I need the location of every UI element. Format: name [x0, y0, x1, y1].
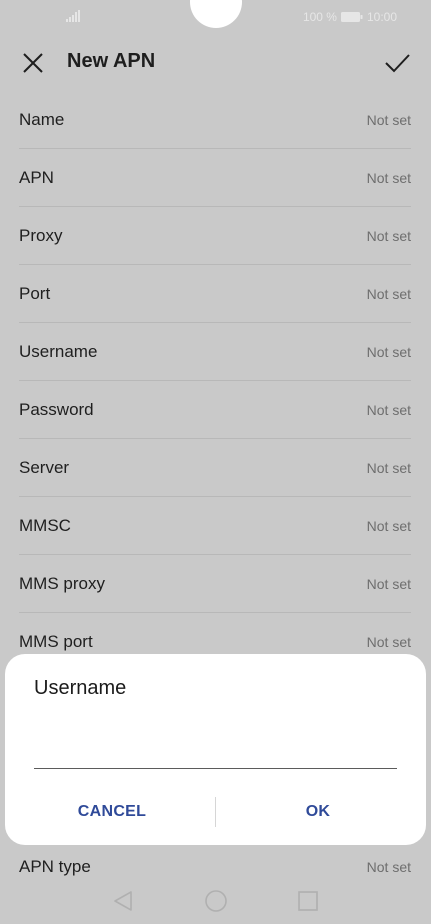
battery-percent: 100 %: [302, 10, 337, 24]
dialog-title: Username: [34, 677, 127, 699]
navigation-bar: [0, 882, 431, 924]
setting-row-username[interactable]: Username Not set: [19, 323, 411, 381]
username-dialog: Username CANCEL OK: [5, 654, 426, 845]
setting-row-mms-proxy[interactable]: MMS proxy Not set: [19, 555, 411, 613]
setting-value: Not set: [366, 859, 411, 875]
cancel-button[interactable]: CANCEL: [12, 794, 212, 830]
setting-label: MMSC: [19, 515, 71, 535]
settings-list: Name Not set APN Not set Proxy Not set P…: [0, 91, 431, 670]
signal-icon: [66, 10, 80, 22]
setting-label: Proxy: [19, 225, 63, 245]
username-input[interactable]: [34, 728, 397, 769]
setting-label: Server: [19, 457, 70, 477]
setting-row-apn[interactable]: APN Not set: [19, 149, 411, 207]
setting-row-mmsc[interactable]: MMSC Not set: [19, 497, 411, 555]
setting-row-port[interactable]: Port Not set: [19, 265, 411, 323]
setting-label: Password: [19, 399, 94, 419]
setting-label: Name: [19, 109, 65, 129]
setting-row-password[interactable]: Password Not set: [19, 381, 411, 439]
dialog-actions: CANCEL OK: [5, 794, 426, 830]
setting-value: Not set: [366, 633, 411, 650]
setting-label: Username: [19, 341, 98, 361]
setting-value: Not set: [366, 575, 411, 592]
setting-value: Not set: [366, 227, 411, 244]
status-right: 100 % 10:00: [303, 9, 397, 25]
setting-value: Not set: [366, 111, 411, 128]
setting-value: Not set: [366, 285, 411, 302]
setting-label: APN: [19, 167, 54, 187]
setting-row-name[interactable]: Name Not set: [19, 91, 411, 149]
page-title: New APN: [67, 50, 156, 72]
setting-label: MMS port: [19, 631, 93, 651]
phone-screen: 100 % 10:00 New APN Name Not set APN Not…: [0, 0, 431, 924]
status-time: 10:00: [366, 10, 397, 24]
status-bar: 100 % 10:00: [0, 0, 431, 34]
ok-button[interactable]: OK: [218, 794, 418, 830]
toolbar: New APN: [0, 38, 431, 86]
home-icon[interactable]: [204, 889, 228, 913]
setting-row-proxy[interactable]: Proxy Not set: [19, 207, 411, 265]
back-icon[interactable]: [113, 890, 133, 912]
setting-value: Not set: [366, 401, 411, 418]
setting-value: Not set: [366, 517, 411, 534]
setting-label: APN type: [19, 857, 91, 876]
setting-value: Not set: [366, 459, 411, 476]
recent-apps-icon[interactable]: [297, 890, 319, 912]
setting-value: Not set: [366, 343, 411, 360]
setting-row-server[interactable]: Server Not set: [19, 439, 411, 497]
setting-value: Not set: [366, 169, 411, 186]
dialog-button-divider: [215, 797, 216, 827]
camera-notch: [190, 0, 242, 28]
setting-row-apn-type[interactable]: APN type Not set: [19, 853, 411, 881]
setting-label: Port: [19, 283, 51, 303]
setting-label: MMS proxy: [19, 573, 105, 593]
check-icon[interactable]: [383, 49, 411, 77]
close-icon[interactable]: [20, 50, 46, 76]
battery-icon: [340, 12, 363, 22]
